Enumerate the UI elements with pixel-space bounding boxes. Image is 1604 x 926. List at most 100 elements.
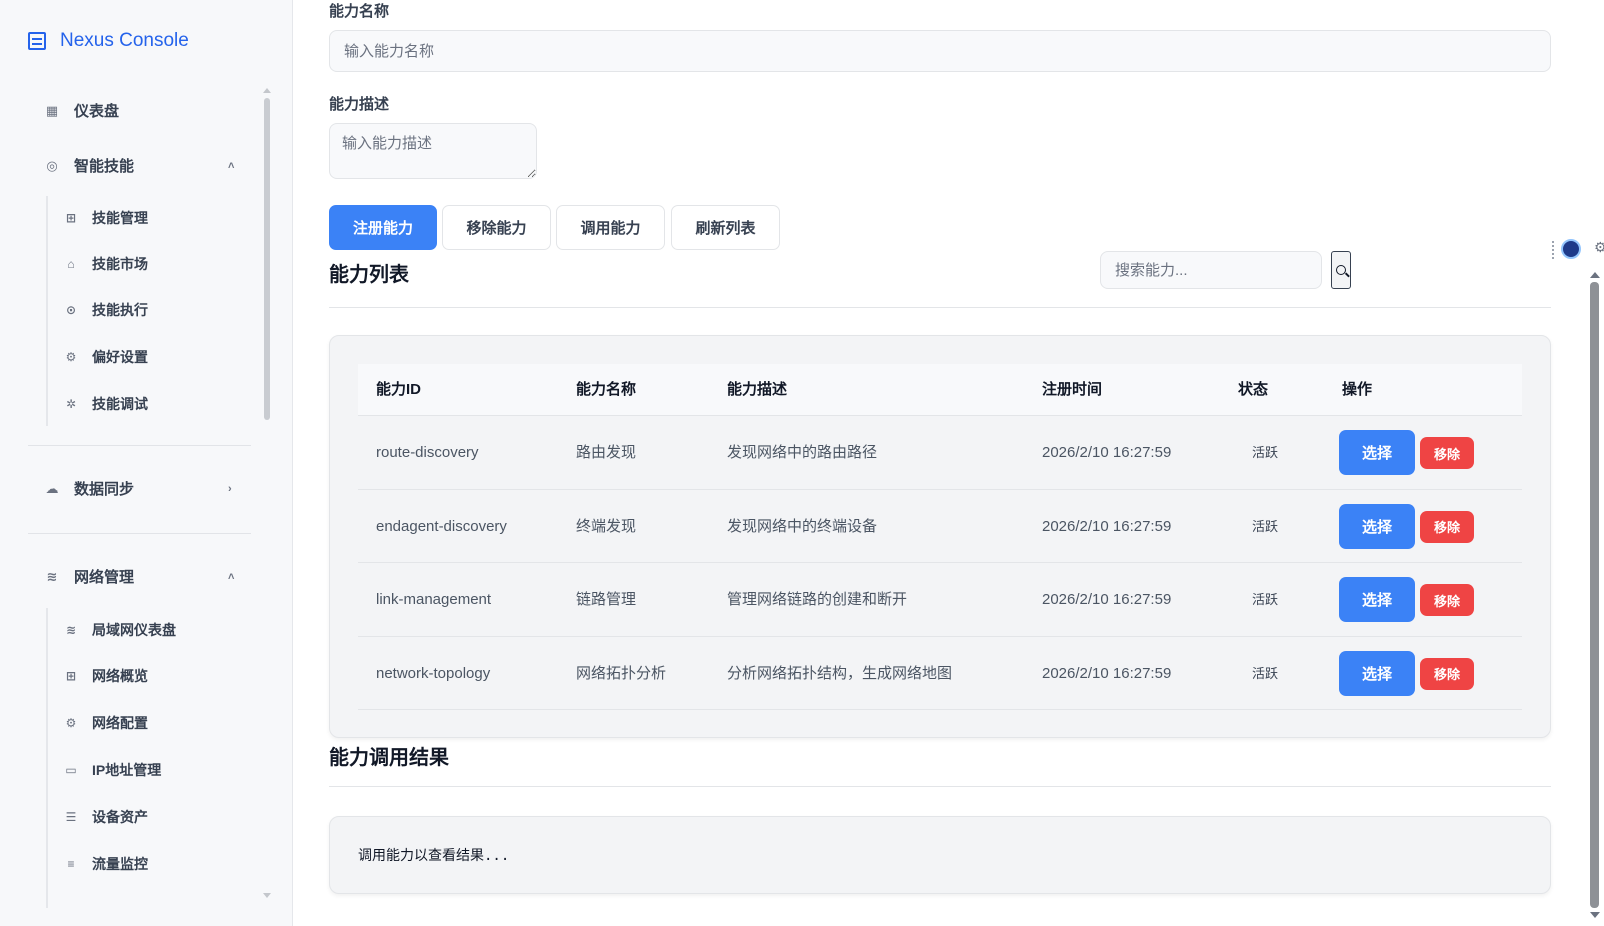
invoke-result-title: 能力调用结果 — [329, 747, 449, 769]
sidebar-subitem-device-assets[interactable]: ☰ 设备资产 — [64, 807, 148, 827]
sidebar-subitem-label: 技能管理 — [92, 210, 148, 226]
sidebar-subitem-preferences[interactable]: ⚙ 偏好设置 — [64, 347, 148, 367]
capability-search-input[interactable] — [1100, 251, 1322, 289]
capability-description-textarea[interactable] — [329, 123, 537, 179]
column-header: 注册时间 — [1042, 381, 1103, 398]
remove-button[interactable]: 移除 — [1420, 657, 1474, 690]
column-header: 能力描述 — [727, 381, 788, 398]
cell-name: 路由发现 — [576, 444, 637, 461]
sidebar-subitem-lan-dashboard[interactable]: ≋ 局域网仪表盘 — [64, 620, 176, 640]
status-badge: 活跃 — [1252, 445, 1279, 460]
sidebar-item-dashboard[interactable]: ▦ 仪表盘 — [44, 100, 119, 121]
sidebar-subitem-label: 网络配置 — [92, 715, 148, 731]
sidebar-subitem-label: 局域网仪表盘 — [92, 622, 176, 638]
cell-description: 发现网络中的终端设备 — [727, 517, 878, 535]
cell-description: 发现网络中的路由路径 — [727, 444, 878, 461]
dashboard-grid-icon: ▦ — [45, 102, 59, 118]
sidebar-divider — [28, 445, 251, 446]
sidebar-item-data-sync[interactable]: ☁ 数据同步 › — [44, 478, 232, 499]
sidebar-scrollbar[interactable] — [264, 98, 270, 420]
extension-gear-icon[interactable]: ⚙ — [1594, 239, 1604, 259]
capability-table: 能力ID 能力名称 能力描述 注册时间 状态 操作 route-discover… — [358, 364, 1522, 710]
sidebar-scroll-up-arrow[interactable] — [263, 88, 271, 93]
sidebar-subitem-label: 技能调试 — [92, 396, 148, 412]
invoke-capability-button[interactable]: 调用能力 — [556, 205, 665, 250]
bug-icon: ✲ — [65, 397, 77, 411]
remove-button[interactable]: 移除 — [1420, 510, 1474, 543]
sidebar-subitem-label: 设备资产 — [92, 809, 148, 825]
sidebar-subitem-skill-execution[interactable]: ⊙ 技能执行 — [64, 300, 148, 320]
sidebar-subitem-traffic-monitor[interactable]: ≡ 流量监控 — [64, 854, 148, 874]
select-button[interactable]: 选择 — [1339, 577, 1415, 622]
register-capability-button[interactable]: 注册能力 — [329, 205, 437, 250]
main-content: 能力名称 能力描述 注册能力 移除能力 调用能力 刷新列表 能力列表 能力ID … — [293, 0, 1604, 926]
sidebar-item-skills[interactable]: ◎ 智能技能 ˄ — [44, 155, 234, 176]
chevron-up-icon: ˄ — [228, 159, 235, 172]
select-button[interactable]: 选择 — [1339, 503, 1415, 549]
cell-name: 网络拓扑分析 — [576, 664, 667, 682]
chevron-up-icon: ˄ — [228, 570, 235, 583]
sidebar-item-label: 网络管理 — [74, 569, 135, 586]
capability-description-label: 能力描述 — [329, 96, 390, 113]
submenu-guide-line — [46, 608, 48, 908]
sidebar-subitem-label: 技能市场 — [92, 256, 148, 272]
cell-registered-time: 2026/2/10 16:27:59 — [1042, 664, 1172, 682]
cell-description: 分析网络拓扑结构，生成网络地图 — [727, 664, 953, 682]
sidebar-subitem-skill-management[interactable]: ⊞ 技能管理 — [64, 208, 148, 228]
cloud-icon: ☁ — [45, 480, 59, 496]
status-badge: 活跃 — [1252, 665, 1279, 681]
sidebar-subitem-network-overview[interactable]: ⊞ 网络概览 — [64, 666, 148, 686]
sidebar-divider — [28, 533, 251, 534]
section-divider — [329, 786, 1551, 787]
column-header: 能力ID — [376, 381, 422, 398]
store-icon: ⌂ — [67, 257, 75, 271]
page-scroll-down-arrow[interactable] — [1590, 912, 1600, 918]
table-header: 能力ID 能力名称 能力描述 注册时间 状态 操作 — [358, 364, 1522, 416]
section-divider — [329, 307, 1551, 308]
select-button[interactable]: 选择 — [1339, 430, 1415, 475]
column-header: 状态 — [1238, 381, 1269, 398]
cell-description: 管理网络链路的创建和断开 — [727, 591, 908, 608]
page-scrollbar[interactable] — [1590, 282, 1599, 908]
brand-title: Nexus Console — [60, 30, 189, 51]
select-button[interactable]: 选择 — [1339, 650, 1415, 696]
cell-registered-time: 2026/2/10 16:27:59 — [1042, 591, 1172, 608]
sidebar-item-network-management[interactable]: ≋ 网络管理 ˄ — [44, 566, 235, 587]
sidebar-subitem-label: 偏好设置 — [92, 349, 148, 365]
remove-button[interactable]: 移除 — [1420, 437, 1474, 469]
cell-id: route-discovery — [376, 444, 479, 461]
brand[interactable]: Nexus Console — [28, 30, 189, 52]
sidebar-item-label: 数据同步 — [74, 481, 135, 498]
play-icon: ⊙ — [65, 303, 77, 317]
chevron-right-icon: › — [228, 482, 232, 495]
sidebar-subitem-skill-debug[interactable]: ✲ 技能调试 — [64, 394, 148, 414]
list-icon: ☰ — [65, 810, 77, 824]
table-row: endagent-discovery 终端发现 发现网络中的终端设备 2026/… — [358, 490, 1522, 563]
submenu-guide-line — [46, 196, 48, 426]
refresh-list-button[interactable]: 刷新列表 — [671, 205, 780, 250]
sidebar-subitem-ip-management[interactable]: ▭ IP地址管理 — [64, 760, 161, 780]
sidebar-subitem-label: 流量监控 — [92, 856, 148, 872]
sidebar-subitem-label: 网络概览 — [92, 668, 148, 684]
extension-icon[interactable] — [1561, 239, 1581, 259]
sidebar-subitem-label: 技能执行 — [92, 302, 148, 318]
grid-icon: ⊞ — [65, 211, 77, 225]
remove-capability-button[interactable]: 移除能力 — [442, 205, 551, 250]
sidebar-subitem-label: IP地址管理 — [92, 762, 162, 778]
table-row: route-discovery 路由发现 发现网络中的路由路径 2026/2/1… — [358, 416, 1522, 490]
sidebar-subitem-network-config[interactable]: ⚙ 网络配置 — [64, 713, 148, 733]
page-scroll-up-arrow[interactable] — [1590, 272, 1600, 278]
cell-id: endagent-discovery — [376, 517, 507, 535]
sidebar-subitem-skill-market[interactable]: ⌂ 技能市场 — [64, 254, 148, 274]
remove-button[interactable]: 移除 — [1420, 584, 1474, 616]
toolbar-divider — [1552, 241, 1554, 259]
column-header: 能力名称 — [576, 381, 637, 398]
search-button[interactable] — [1331, 251, 1351, 289]
sidebar-scroll-down-arrow[interactable] — [263, 893, 271, 898]
grid-icon: ⊞ — [65, 669, 77, 683]
capability-table-card: 能力ID 能力名称 能力描述 注册时间 状态 操作 route-discover… — [329, 335, 1551, 738]
console-icon — [28, 32, 46, 50]
capability-name-input[interactable] — [329, 30, 1551, 72]
capability-name-label: 能力名称 — [329, 3, 390, 20]
cell-registered-time: 2026/2/10 16:27:59 — [1042, 517, 1172, 535]
